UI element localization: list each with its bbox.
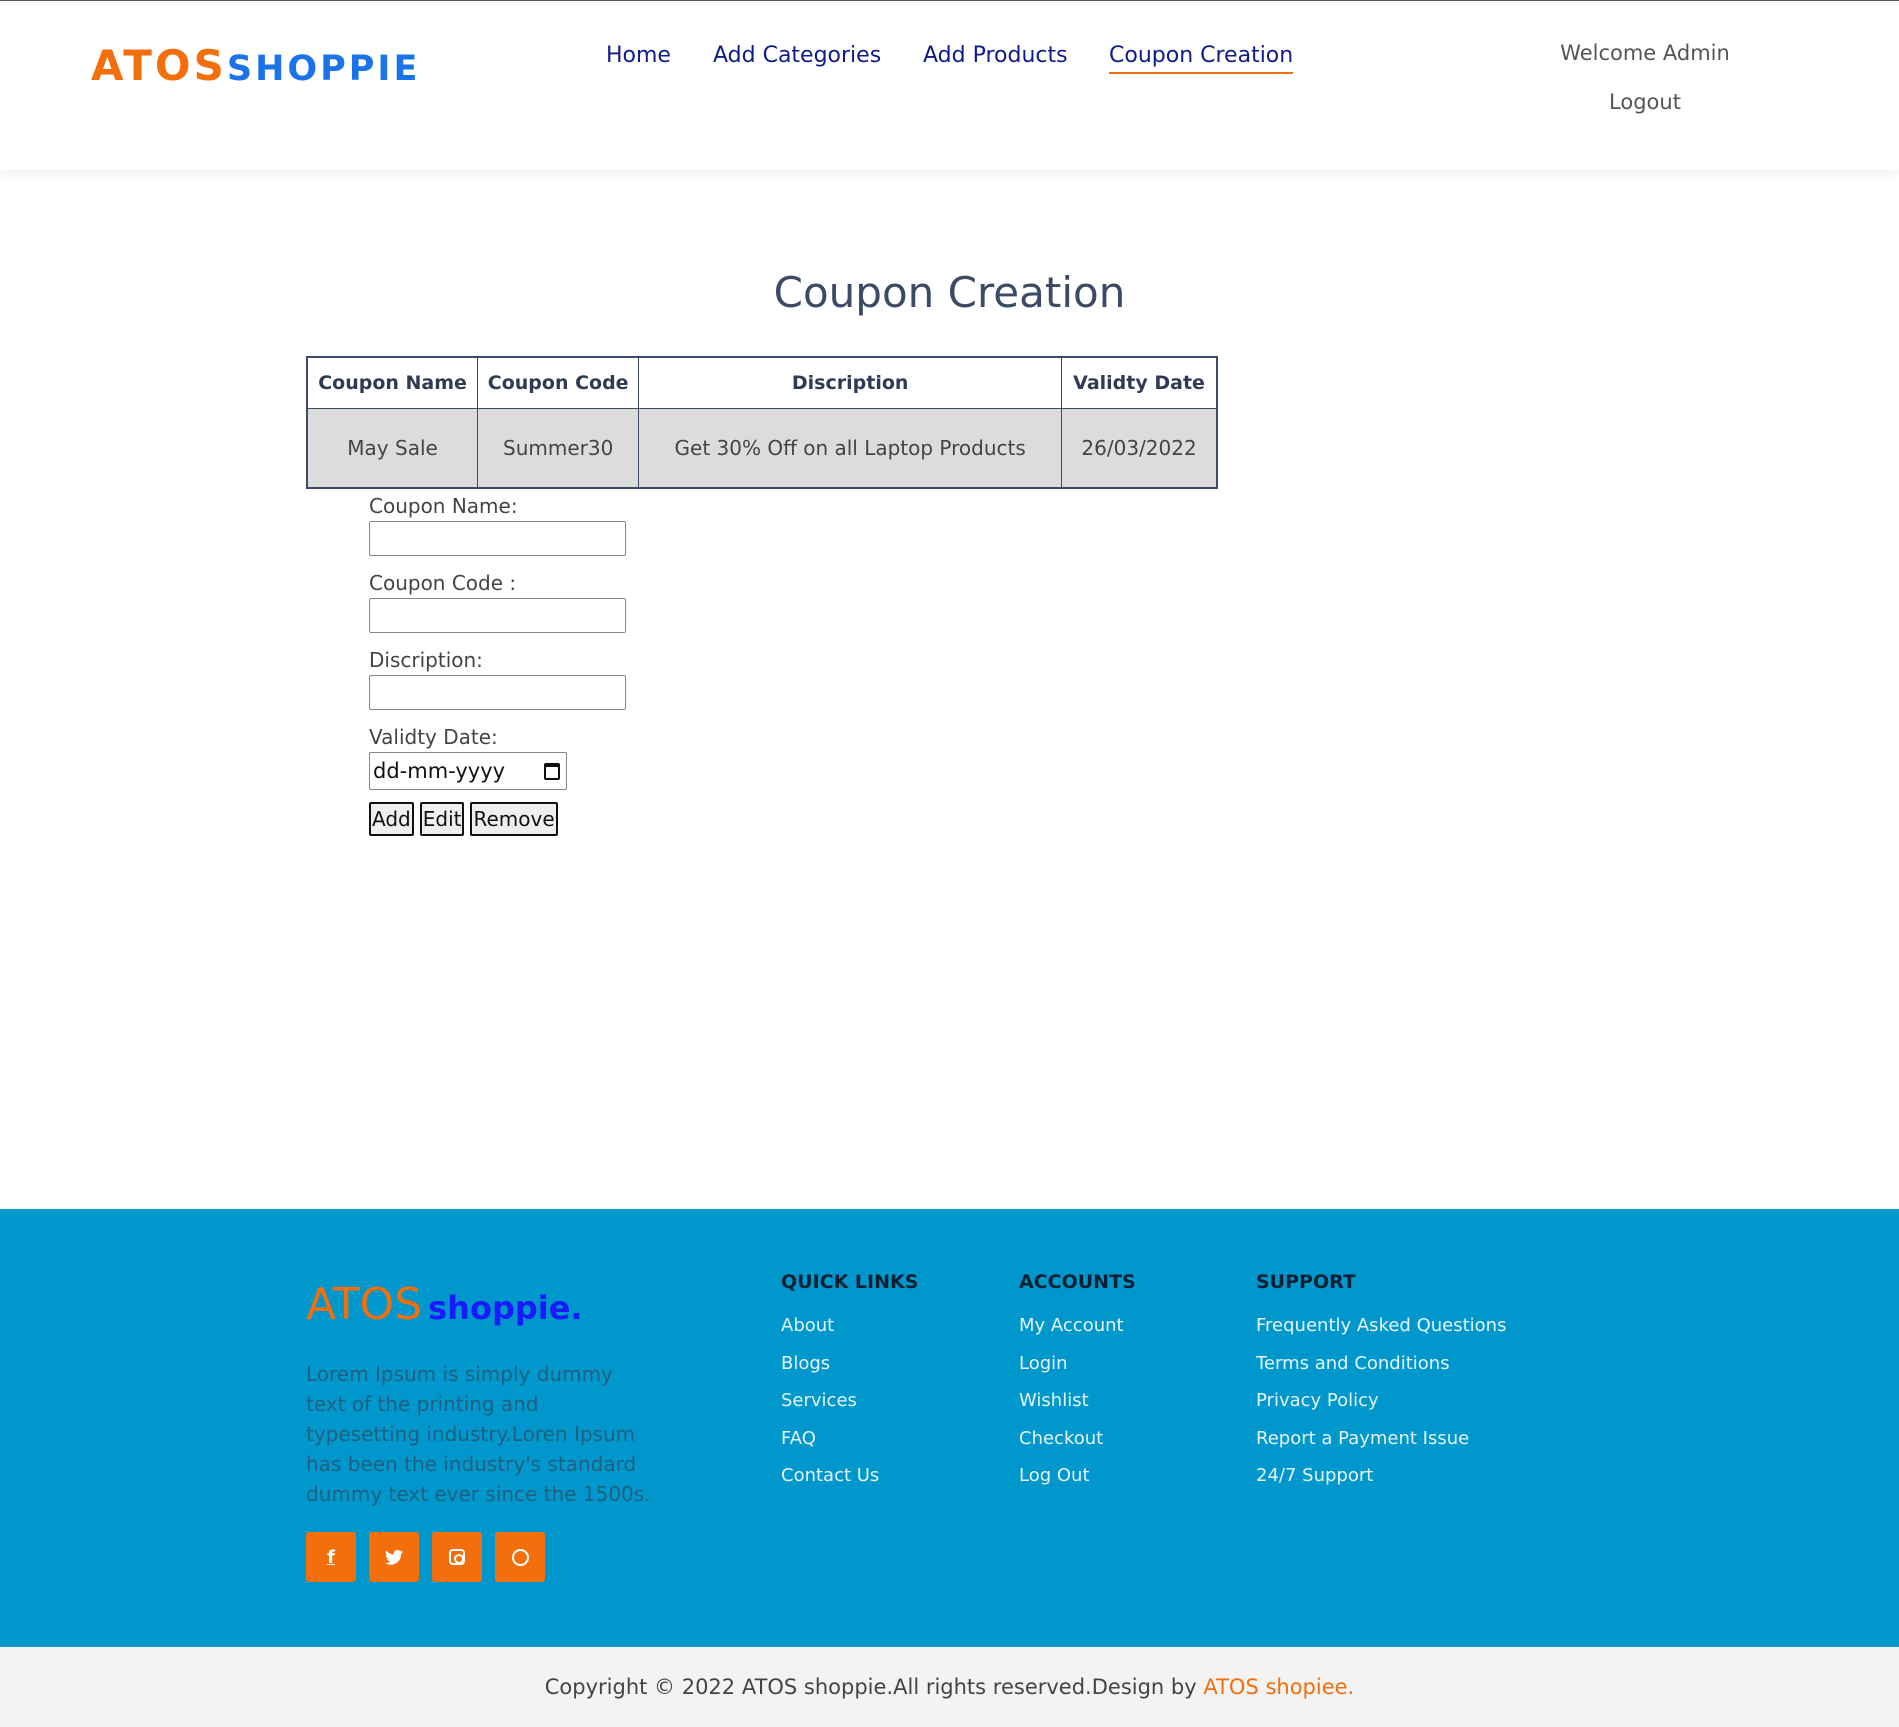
description-label: Discription:	[369, 648, 483, 672]
page-title: Coupon Creation	[0, 268, 1899, 317]
footer-support: SUPPORT Frequently Asked Questions Terms…	[1256, 1269, 1506, 1501]
whatsapp-glyph	[511, 1548, 529, 1566]
footer-link-my-account[interactable]: My Account	[1019, 1313, 1136, 1351]
footer-accounts: ACCOUNTS My Account Login Wishlist Check…	[1019, 1269, 1136, 1501]
nav-add-categories[interactable]: Add Categories	[713, 43, 881, 72]
instagram-icon[interactable]	[432, 1532, 482, 1582]
quick-links-title: QUICK LINKS	[781, 1271, 919, 1293]
nav-add-products[interactable]: Add Products	[923, 43, 1068, 72]
footer-link-blogs[interactable]: Blogs	[781, 1351, 918, 1389]
footer-description: Lorem Ipsum is simply dummy text of the …	[306, 1362, 651, 1506]
facebook-glyph: f	[327, 1546, 335, 1568]
header-coupon-name: Coupon Name	[306, 356, 479, 409]
table-header-row: Coupon Name Coupon Code Discription Vali…	[306, 356, 1218, 409]
coupon-code-label: Coupon Code :	[369, 571, 517, 595]
footer-link-report-payment[interactable]: Report a Payment Issue	[1256, 1426, 1506, 1464]
copyright-bar: Copyright © 2022 ATOS shoppie.All rights…	[0, 1647, 1899, 1727]
coupon-name-input[interactable]	[369, 521, 626, 556]
logo-atos-text: ATOS	[91, 41, 227, 90]
social-links: f	[306, 1532, 545, 1582]
support-title: SUPPORT	[1256, 1271, 1356, 1293]
footer-link-support[interactable]: 24/7 Support	[1256, 1463, 1506, 1501]
cell-description: Get 30% Off on all Laptop Products	[638, 407, 1063, 489]
logo-shoppie-text: SHOPPIE	[226, 49, 421, 89]
calendar-icon[interactable]	[544, 762, 560, 780]
coupons-table: Coupon Name Coupon Code Discription Vali…	[306, 356, 1218, 489]
footer-link-terms[interactable]: Terms and Conditions	[1256, 1351, 1506, 1389]
header-validity-date: Validty Date	[1061, 356, 1218, 409]
nav-coupon-creation[interactable]: Coupon Creation	[1109, 43, 1294, 74]
form-actions: Add Edit Remove	[369, 802, 626, 836]
accounts-title: ACCOUNTS	[1019, 1271, 1136, 1293]
description-input[interactable]	[369, 675, 626, 710]
footer-link-login[interactable]: Login	[1019, 1351, 1136, 1389]
coupon-form: Coupon Name: Coupon Code : Discription: …	[369, 492, 626, 836]
instagram-glyph	[449, 1549, 465, 1565]
copyright-brand-link[interactable]: ATOS shopiee.	[1203, 1675, 1354, 1699]
footer-link-faq-full[interactable]: Frequently Asked Questions	[1256, 1313, 1506, 1351]
footer-link-checkout[interactable]: Checkout	[1019, 1426, 1136, 1464]
remove-button[interactable]: Remove	[470, 802, 558, 836]
footer-link-privacy[interactable]: Privacy Policy	[1256, 1388, 1506, 1426]
site-header: ATOSSHOPPIE Home Add Categories Add Prod…	[0, 1, 1899, 170]
twitter-glyph	[385, 1549, 403, 1565]
cell-coupon-code: Summer30	[477, 407, 640, 489]
coupon-code-input[interactable]	[369, 598, 626, 633]
nav-home[interactable]: Home	[606, 43, 671, 72]
cell-validity-date: 26/03/2022	[1061, 407, 1218, 489]
footer-link-about[interactable]: About	[781, 1313, 918, 1351]
add-button[interactable]: Add	[369, 802, 414, 836]
site-logo[interactable]: ATOSSHOPPIE	[91, 41, 420, 90]
copyright-text: Copyright © 2022 ATOS shoppie.All rights…	[544, 1675, 1197, 1699]
footer-link-wishlist[interactable]: Wishlist	[1019, 1388, 1136, 1426]
coupon-name-label: Coupon Name:	[369, 494, 518, 518]
footer-logo: ATOS shoppie.	[306, 1279, 583, 1330]
footer-quick-links: QUICK LINKS About Blogs Services FAQ Con…	[781, 1269, 918, 1501]
validity-date-input[interactable]: dd-mm-yyyy	[369, 752, 567, 790]
validity-date-label: Validty Date:	[369, 725, 498, 749]
header-coupon-code: Coupon Code	[477, 356, 640, 409]
facebook-icon[interactable]: f	[306, 1532, 356, 1582]
footer-link-logout[interactable]: Log Out	[1019, 1463, 1136, 1501]
footer-logo-atos: ATOS	[306, 1279, 423, 1330]
header-description: Discription	[638, 356, 1063, 409]
site-footer: ATOS shoppie. Lorem Ipsum is simply dummy…	[0, 1209, 1899, 1647]
welcome-text: Welcome Admin	[1560, 41, 1730, 65]
footer-link-contact[interactable]: Contact Us	[781, 1463, 918, 1501]
user-area: Welcome Admin Logout	[1500, 41, 1790, 114]
edit-button[interactable]: Edit	[419, 802, 465, 836]
whatsapp-icon[interactable]	[495, 1532, 545, 1582]
table-row[interactable]: May Sale Summer30 Get 30% Off on all Lap…	[306, 407, 1218, 489]
footer-logo-shoppie: shoppie.	[428, 1289, 583, 1327]
footer-link-services[interactable]: Services	[781, 1388, 918, 1426]
date-placeholder: dd-mm-yyyy	[373, 759, 506, 783]
twitter-icon[interactable]	[369, 1532, 419, 1582]
footer-link-faq[interactable]: FAQ	[781, 1426, 918, 1464]
logout-link[interactable]: Logout	[1500, 90, 1790, 114]
page-title-text: Coupon Creation	[773, 268, 1126, 317]
cell-coupon-name: May Sale	[306, 407, 479, 489]
